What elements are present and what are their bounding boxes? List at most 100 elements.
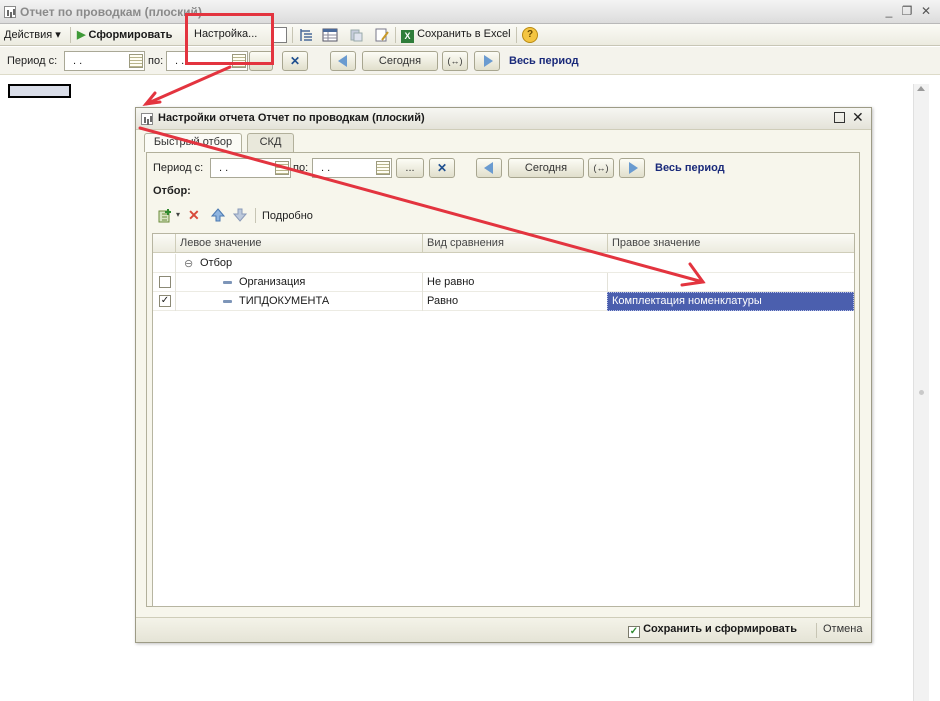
dlg-period-to-input[interactable]: . . <box>312 158 392 178</box>
column-header-left-value[interactable]: Левое значение <box>180 237 262 249</box>
dlg-prev-period-button[interactable] <box>476 158 502 178</box>
dlg-all-period-link[interactable]: Весь период <box>655 162 725 174</box>
close-button[interactable]: ✕ <box>919 4 933 18</box>
table-row-group[interactable]: ⊖ Отбор <box>153 254 854 273</box>
cancel-button[interactable]: Отмена <box>823 623 862 635</box>
dlg-period-from-label: Период с: <box>153 162 204 174</box>
collapse-icon[interactable]: ⊖ <box>184 257 193 270</box>
column-divider <box>607 273 608 292</box>
prev-period-button[interactable] <box>330 51 356 71</box>
toolbar-separator <box>516 27 517 43</box>
row-checkbox[interactable] <box>159 276 171 288</box>
arrow-left-icon <box>338 55 347 67</box>
dialog-title: Настройки отчета Отчет по проводкам (пло… <box>158 112 425 124</box>
excel-icon: X <box>401 30 414 43</box>
row-checkbox[interactable]: ✓ <box>159 295 171 307</box>
clear-period-button[interactable]: ✕ <box>282 51 308 71</box>
calendar-icon[interactable] <box>376 161 390 175</box>
toolbar-separator <box>292 27 293 43</box>
scroll-thumb[interactable] <box>919 390 924 395</box>
all-period-link[interactable]: Весь период <box>509 55 579 67</box>
period-to-label: по: <box>148 55 164 67</box>
filter-icon[interactable] <box>348 27 364 43</box>
window-title: Отчет по проводкам (плоский) <box>20 5 202 19</box>
annotation-arrowhead <box>142 91 162 107</box>
edit-icon[interactable] <box>374 27 390 43</box>
maximize-button[interactable] <box>834 112 845 123</box>
generate-button[interactable]: ▶ Сформировать <box>77 28 172 41</box>
table-row[interactable]: Организация Не равно <box>153 273 854 292</box>
toolbar-separator <box>70 27 71 43</box>
left-value-cell[interactable]: ТИПДОКУМЕНТА <box>239 295 329 307</box>
dlg-period-to-label: по: <box>293 162 309 174</box>
actions-menu[interactable]: Действия ▾ <box>4 28 61 41</box>
dialog-close-button[interactable]: ✕ <box>852 110 864 124</box>
calendar-icon[interactable] <box>129 54 143 68</box>
report-cell-selection[interactable] <box>8 84 71 98</box>
column-header-comparison[interactable]: Вид сравнения <box>427 237 504 249</box>
toolbar-separator <box>395 27 396 43</box>
column-divider <box>422 273 423 292</box>
column-divider <box>422 234 423 253</box>
main-title-bar: Отчет по проводкам (плоский) _ ❐ ✕ <box>0 0 940 24</box>
footer-separator <box>816 623 817 638</box>
table-icon[interactable] <box>322 27 338 43</box>
annotation-highlight-box <box>185 13 274 65</box>
report-icon <box>4 6 16 18</box>
field-icon <box>223 300 232 303</box>
add-dropdown-icon[interactable]: ▾ <box>176 210 180 219</box>
move-up-icon[interactable] <box>210 208 226 225</box>
tab-skd[interactable]: СКД <box>247 133 294 152</box>
group-label: Отбор <box>200 257 233 269</box>
calendar-icon[interactable] <box>275 161 289 175</box>
help-icon[interactable]: ? <box>522 27 538 43</box>
add-icon[interactable] <box>157 208 175 227</box>
range-button[interactable]: (↔) <box>442 51 468 71</box>
play-icon: ▶ <box>77 29 86 41</box>
delete-icon[interactable]: ✕ <box>188 207 200 224</box>
left-value-cell[interactable]: Организация <box>239 276 305 288</box>
report-icon <box>141 113 153 125</box>
table-row[interactable]: ✓ ТИПДОКУМЕНТА Равно Комплектация номенк… <box>153 292 854 311</box>
dlg-range-button[interactable]: (↔) <box>588 158 614 178</box>
next-period-button[interactable] <box>474 51 500 71</box>
report-scrollbar[interactable] <box>913 84 929 701</box>
restore-button[interactable]: ❐ <box>900 4 914 18</box>
dlg-period-from-input[interactable]: . . <box>210 158 291 178</box>
minimize-button[interactable]: _ <box>882 4 896 18</box>
dlg-next-period-button[interactable] <box>619 158 645 178</box>
field-icon <box>223 281 232 284</box>
column-divider <box>175 234 176 253</box>
arrow-right-icon <box>484 55 493 67</box>
right-value-cell-selected[interactable]: Комплектация номенклатуры <box>607 292 854 311</box>
column-header-right-value[interactable]: Правое значение <box>612 237 700 249</box>
period-from-input[interactable]: . . <box>64 51 145 71</box>
tab-quick-filter[interactable]: Быстрый отбор <box>144 133 242 152</box>
save-excel-button[interactable]: X Сохранить в Excel <box>401 28 511 43</box>
comparison-cell[interactable]: Не равно <box>427 276 474 288</box>
column-divider <box>175 292 176 311</box>
dialog-footer: ✓ Сохранить и сформировать Отмена <box>136 617 871 642</box>
filter-table: Левое значение Вид сравнения Правое знач… <box>152 233 855 607</box>
column-divider <box>175 254 176 273</box>
dlg-period-select-button[interactable]: ... <box>396 158 424 178</box>
settings-dialog: Настройки отчета Отчет по проводкам (пло… <box>135 107 872 643</box>
dlg-clear-period-button[interactable]: ✕ <box>429 158 455 178</box>
move-down-icon[interactable] <box>232 208 248 225</box>
right-value-text: Комплектация номенклатуры <box>612 295 762 307</box>
column-divider <box>175 273 176 292</box>
table-header: Левое значение Вид сравнения Правое знач… <box>153 234 854 253</box>
column-divider <box>422 292 423 311</box>
main-toolbar: Действия ▾ ▶ Сформировать Настройка... X… <box>0 24 940 46</box>
comparison-cell[interactable]: Равно <box>427 295 458 307</box>
today-button[interactable]: Сегодня <box>362 51 438 71</box>
dlg-today-button[interactable]: Сегодня <box>508 158 584 178</box>
scroll-up-icon[interactable] <box>917 86 925 91</box>
period-bar: Период с: . . по: . . ✕ Сегодня (↔) Весь… <box>0 47 940 75</box>
filter-label: Отбор: <box>153 185 191 197</box>
details-button[interactable]: Подробно <box>262 210 313 222</box>
save-and-generate-button[interactable]: ✓ Сохранить и сформировать <box>628 623 797 638</box>
dialog-title-bar: Настройки отчета Отчет по проводкам (пло… <box>136 108 871 130</box>
arrow-right-icon <box>629 162 638 174</box>
structure-icon[interactable] <box>298 27 314 43</box>
